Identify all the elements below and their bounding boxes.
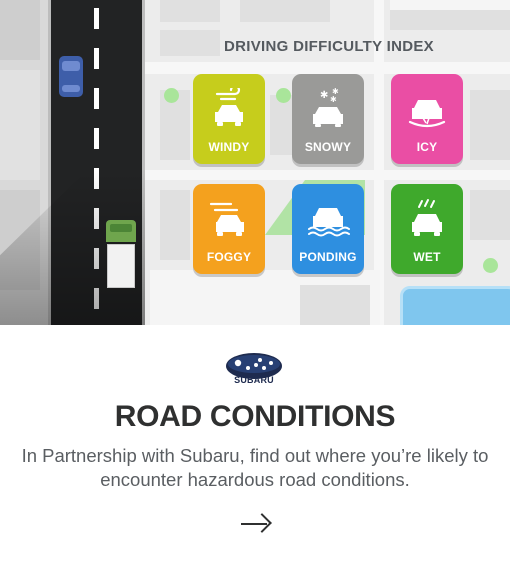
subaru-wordmark: SUBARU [234, 375, 274, 385]
arrow-right-icon[interactable] [239, 512, 271, 536]
lane-marking [94, 8, 99, 29]
snow-car-icon: ✱ ✱ ✱ [313, 88, 343, 127]
tile-label: FOGGY [206, 250, 252, 264]
lane-marking [94, 128, 99, 149]
difficulty-index-title: DRIVING DIFFICULTY INDEX [224, 38, 434, 55]
page-title[interactable]: ROAD CONDITIONS [0, 400, 510, 434]
wind-car-icon [215, 88, 243, 126]
rain-car-icon [412, 199, 442, 236]
map-block [300, 285, 370, 325]
tile-wet[interactable]: WET [391, 184, 463, 274]
map-tree [276, 88, 291, 103]
map-block [240, 0, 330, 22]
tile-snowy[interactable]: ✱ ✱ ✱ SNOWY [292, 74, 364, 164]
map-street [145, 62, 510, 74]
truck-icon [106, 220, 136, 288]
map-block [160, 0, 220, 22]
map-block [470, 90, 510, 160]
tile-label: WINDY [208, 140, 250, 154]
tile-label: ICY [416, 140, 438, 154]
tile-ponding[interactable]: PONDING [292, 184, 364, 274]
fog-car-icon [209, 202, 244, 236]
svg-text:✱: ✱ [320, 90, 328, 101]
map-tree [164, 88, 179, 103]
ice-car-icon [408, 100, 446, 128]
map-block [160, 190, 190, 260]
tile-icy[interactable]: ICY [391, 74, 463, 164]
tile-windy[interactable]: WINDY [193, 74, 265, 164]
lane-marking [94, 88, 99, 109]
map-street [145, 170, 510, 180]
blue-car-icon [59, 56, 83, 97]
ponding-car-icon [308, 208, 350, 237]
lane-marking [94, 48, 99, 69]
map-illustration: DRIVING DIFFICULTY INDEX WINDY ✱ ✱ ✱ SNO… [0, 0, 510, 325]
map-block [390, 0, 510, 10]
tile-label: PONDING [299, 250, 357, 264]
tile-label: SNOWY [304, 140, 352, 154]
road-conditions-card[interactable]: DRIVING DIFFICULTY INDEX WINDY ✱ ✱ ✱ SNO… [0, 0, 510, 565]
map-water [400, 286, 510, 325]
tile-label: WET [413, 250, 441, 264]
description: In Partnership with Subaru, find out whe… [21, 445, 489, 490]
map-tree [483, 258, 498, 273]
map-block [470, 190, 510, 240]
svg-text:✱: ✱ [330, 95, 337, 104]
tile-foggy[interactable]: FOGGY [193, 184, 265, 274]
